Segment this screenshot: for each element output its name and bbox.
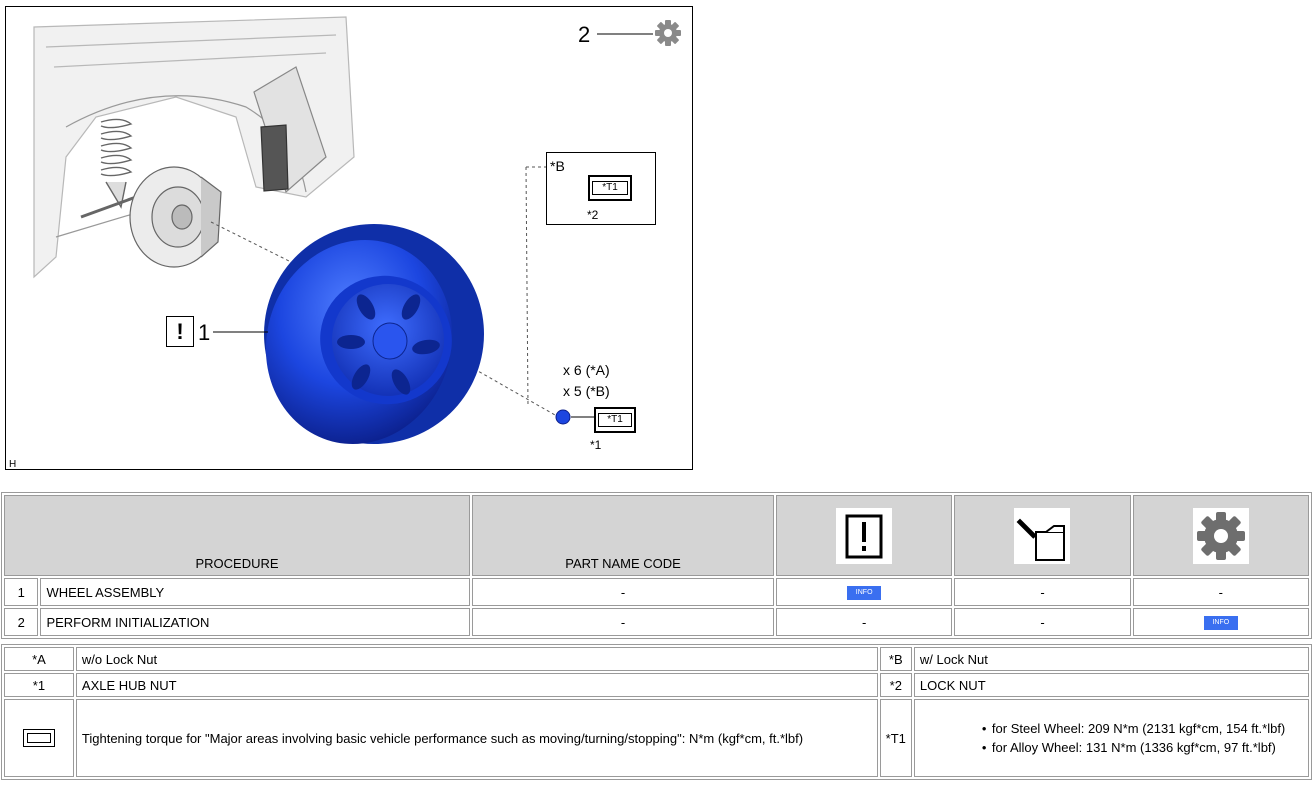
procedure-header: PROCEDURE bbox=[4, 495, 471, 576]
caution-cell: - bbox=[776, 608, 953, 636]
legend-value: w/o Lock Nut bbox=[75, 647, 878, 671]
caution-cell: INFO bbox=[776, 578, 953, 606]
lubricant-cell: - bbox=[954, 608, 1131, 636]
torque-item-steel: for Steel Wheel: 209 N*m (2131 kgf*cm, 1… bbox=[982, 720, 1303, 737]
torque-legend-row: Tightening torque for "Major areas invol… bbox=[4, 699, 1309, 777]
procedure-row: 2 PERFORM INITIALIZATION - - - INFO bbox=[4, 608, 1309, 636]
torque-tag-text: *T1 bbox=[598, 413, 632, 427]
wheel-drawing bbox=[264, 224, 484, 445]
torque-item-alloy: for Alloy Wheel: 131 N*m (1336 kgf*cm, 9… bbox=[982, 739, 1303, 756]
info-button[interactable]: INFO bbox=[847, 585, 882, 600]
procedure-table: PROCEDURE PART NAME CODE 1 WHEEL ASSEMBL… bbox=[1, 492, 1312, 639]
procedure-name: PERFORM INITIALIZATION bbox=[40, 608, 471, 636]
legend-value: AXLE HUB NUT bbox=[75, 673, 878, 697]
lock-nut-part-label: *2 bbox=[587, 208, 599, 222]
qty-without-lock-nut: x 6 (*A) bbox=[563, 362, 610, 378]
torque-tag-text: *T1 bbox=[592, 181, 628, 195]
figure-corner-mark: H bbox=[9, 459, 17, 470]
legend-row: *A w/o Lock Nut *B w/ Lock Nut bbox=[4, 647, 1309, 671]
torque-symbol-cell bbox=[4, 699, 74, 777]
torque-values: for Steel Wheel: 209 N*m (2131 kgf*cm, 1… bbox=[913, 699, 1309, 777]
torque-description: Tightening torque for "Major areas invol… bbox=[75, 699, 878, 777]
legend-key: *2 bbox=[879, 673, 912, 697]
legend-row: *1 AXLE HUB NUT *2 LOCK NUT bbox=[4, 673, 1309, 697]
procedure-table-header: PROCEDURE PART NAME CODE bbox=[4, 495, 1309, 576]
lock-nut-label: *B bbox=[550, 158, 565, 174]
lubricant-cell: - bbox=[954, 578, 1131, 606]
caution-icon: ! bbox=[166, 316, 194, 347]
callout-1-number: 1 bbox=[198, 320, 211, 345]
legend-key: *A bbox=[4, 647, 74, 671]
wheel-assembly-illustration: 2 ! 1 *B *T1 *2 x 6 (*A) x 5 (*B) *T1 *1… bbox=[5, 6, 693, 470]
caution-symbol: ! bbox=[176, 319, 184, 344]
torque-key: *T1 bbox=[879, 699, 912, 777]
caution-icon bbox=[836, 507, 893, 564]
brake-disc-drawing bbox=[129, 166, 222, 268]
gear-cell: - bbox=[1132, 578, 1309, 606]
torque-frame-icon bbox=[22, 729, 55, 747]
info-button[interactable]: INFO bbox=[1203, 615, 1238, 630]
legend-value: w/ Lock Nut bbox=[913, 647, 1309, 671]
part-name-code: - bbox=[472, 608, 775, 636]
procedure-number: 2 bbox=[4, 608, 39, 636]
legend-key: *1 bbox=[4, 673, 74, 697]
gear-column-header bbox=[1132, 495, 1309, 576]
hub-nut-drawing bbox=[555, 409, 571, 425]
part-name-code: - bbox=[472, 578, 775, 606]
gear-cell: INFO bbox=[1132, 608, 1309, 636]
callout-2-number: 2 bbox=[578, 22, 591, 47]
qty-with-lock-nut: x 5 (*B) bbox=[563, 383, 610, 399]
legend-table: *A w/o Lock Nut *B w/ Lock Nut *1 AXLE H… bbox=[1, 644, 1312, 780]
legend-value: LOCK NUT bbox=[913, 673, 1309, 697]
procedure-row: 1 WHEEL ASSEMBLY - INFO - - bbox=[4, 578, 1309, 606]
part-name-code-header: PART NAME CODE bbox=[472, 495, 775, 576]
procedure-name: WHEEL ASSEMBLY bbox=[40, 578, 471, 606]
caution-column-header bbox=[776, 495, 953, 576]
hub-nut-part-label: *1 bbox=[590, 438, 602, 452]
legend-key: *B bbox=[879, 647, 912, 671]
torque-tag-lock-nut: *T1 bbox=[588, 175, 632, 201]
gear-icon bbox=[655, 20, 681, 46]
lubricant-column-header bbox=[954, 495, 1131, 576]
illustration-drawing bbox=[33, 16, 681, 445]
gear-icon bbox=[1192, 507, 1249, 564]
torque-tag-hub-nut: *T1 bbox=[594, 407, 636, 433]
coil-spring-drawing bbox=[80, 118, 137, 219]
torque-list: for Steel Wheel: 209 N*m (2131 kgf*cm, 1… bbox=[920, 720, 1303, 756]
oil-can-icon bbox=[1014, 507, 1071, 564]
procedure-number: 1 bbox=[4, 578, 39, 606]
